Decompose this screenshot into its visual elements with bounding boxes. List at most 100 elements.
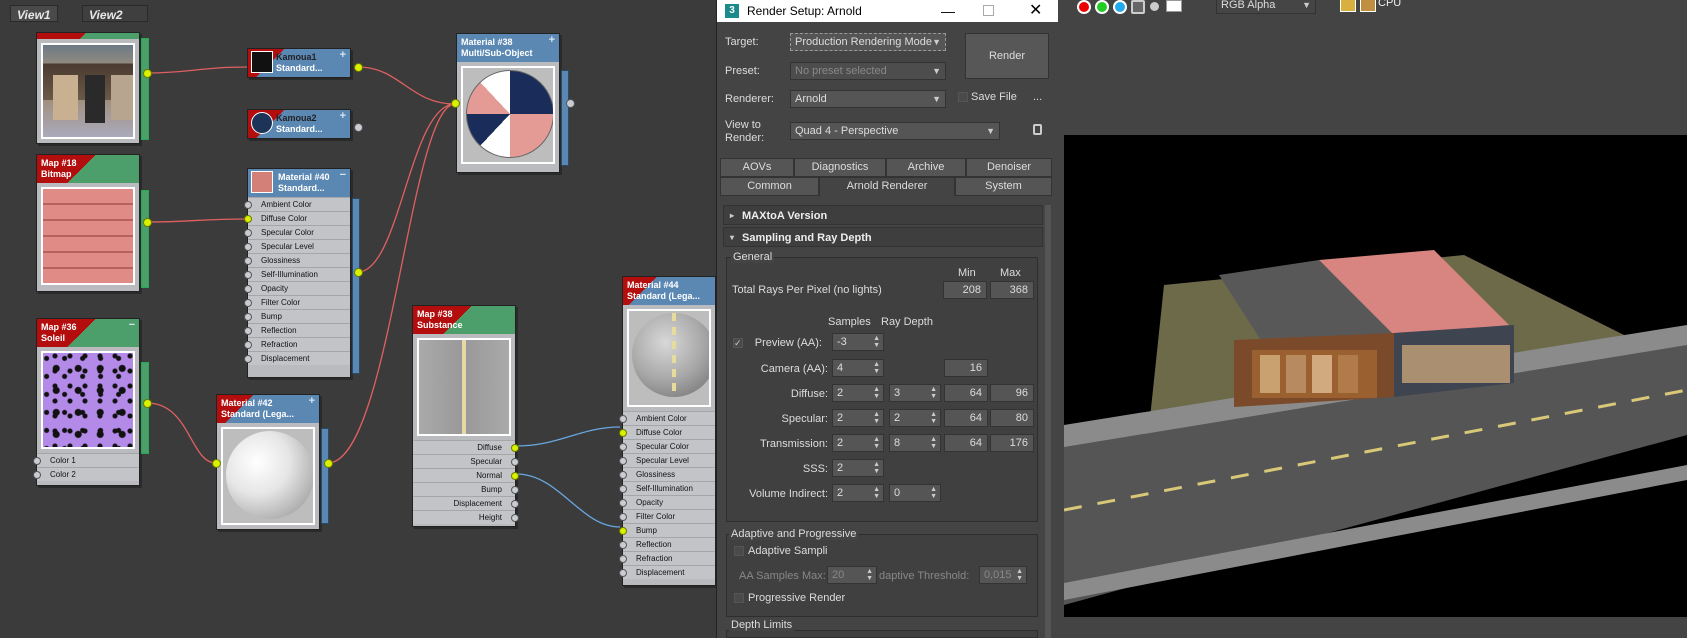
aa-samples-max-spinner[interactable]: 20 ▲ ▼: [827, 566, 877, 584]
node-slot[interactable]: Reflection: [244, 323, 350, 337]
samples-spinner[interactable]: 2 ▲ ▼: [832, 459, 884, 477]
socket-icon[interactable]: [619, 471, 627, 479]
view-to-render-dropdown[interactable]: Quad 4 - Perspective ▼: [790, 122, 1000, 140]
socket-icon[interactable]: [619, 415, 627, 423]
ray-depth-spinner[interactable]: 0 ▲ ▼: [889, 484, 941, 502]
input-socket[interactable]: [33, 457, 41, 465]
node-material-38[interactable]: Material #38 Multi/Sub-Object +: [456, 33, 560, 173]
slate-material-editor[interactable]: View1 View2 Kamoua1 Standard... + Kamoua…: [0, 0, 716, 638]
ray-depth-spinner[interactable]: 8 ▲ ▼: [889, 434, 941, 452]
close-icon[interactable]: ✕: [1029, 0, 1042, 22]
socket-icon[interactable]: [511, 514, 519, 522]
dialog-titlebar[interactable]: 3 Render Setup: Arnold — ✕: [717, 0, 1059, 22]
node-slot[interactable]: Reflection: [619, 537, 715, 551]
socket-icon[interactable]: [619, 569, 627, 577]
output-socket[interactable]: [354, 63, 363, 72]
socket-icon[interactable]: [511, 486, 519, 494]
slot-color-2[interactable]: Color 2: [33, 467, 139, 481]
slot-color-1[interactable]: Color 1: [33, 453, 139, 467]
node-slot[interactable]: Glossiness: [619, 467, 715, 481]
background-color-swatch[interactable]: [1166, 0, 1182, 12]
progressive-render-checkbox[interactable]: [734, 593, 744, 603]
samples-spinner[interactable]: 2 ▲ ▼: [832, 409, 884, 427]
socket-icon[interactable]: [511, 458, 519, 466]
tab-denoiser[interactable]: Denoiser: [966, 158, 1052, 177]
samples-spinner[interactable]: 4 ▲ ▼: [832, 359, 884, 377]
lock-icon[interactable]: [1033, 124, 1042, 135]
rollout-maxtoa-version[interactable]: ▸ MAXtoA Version: [723, 205, 1043, 225]
socket-icon[interactable]: [244, 243, 252, 251]
output-socket[interactable]: [143, 399, 152, 408]
tab-common[interactable]: Common: [720, 177, 819, 196]
socket-icon[interactable]: [511, 472, 519, 480]
tab-arnold-renderer[interactable]: Arnold Renderer: [819, 177, 955, 196]
frame-buffer-window[interactable]: RGB Alpha ▼ CPU: [1058, 0, 1687, 638]
node-material-40[interactable]: Material #40 Standard... − Ambient Color…: [244, 168, 351, 378]
socket-icon[interactable]: [619, 513, 627, 521]
adaptive-threshold-spinner[interactable]: 0,015 ▲ ▼: [979, 566, 1027, 584]
socket-icon[interactable]: [244, 313, 252, 321]
node-kamoua2[interactable]: Kamoua2 Standard... +: [247, 109, 351, 139]
node-slot[interactable]: Specular: [413, 454, 519, 468]
socket-icon[interactable]: [619, 527, 627, 535]
renderer-dropdown[interactable]: Arnold ▼: [790, 90, 946, 108]
red-channel-toggle[interactable]: [1077, 0, 1091, 14]
socket-icon[interactable]: [244, 299, 252, 307]
tab-diagnostics[interactable]: Diagnostics: [794, 158, 886, 177]
render-setup-dialog[interactable]: 3 Render Setup: Arnold — ✕ Target: Produ…: [716, 0, 1059, 638]
input-socket[interactable]: [451, 99, 460, 108]
expand-icon[interactable]: +: [340, 111, 346, 122]
save-file-checkbox[interactable]: [958, 92, 968, 102]
node-slot[interactable]: Refraction: [619, 551, 715, 565]
toolbar-icon[interactable]: [1360, 0, 1376, 12]
channel-dropdown[interactable]: RGB Alpha ▼: [1216, 0, 1316, 14]
node-slot[interactable]: Displacement: [619, 565, 715, 579]
node-slot[interactable]: Ambient Color: [244, 197, 350, 211]
node-output-tab[interactable]: [321, 428, 329, 524]
socket-icon[interactable]: [244, 341, 252, 349]
node-slot[interactable]: Specular Level: [244, 239, 350, 253]
adaptive-sampling-checkbox[interactable]: [734, 546, 744, 556]
green-channel-toggle[interactable]: [1095, 0, 1109, 14]
ray-depth-spinner[interactable]: 3 ▲ ▼: [889, 384, 941, 402]
socket-icon[interactable]: [244, 327, 252, 335]
node-slot[interactable]: Bump: [413, 482, 519, 496]
toolbar-icon[interactable]: [1340, 0, 1356, 12]
samples-spinner[interactable]: -3 ▲ ▼: [832, 333, 884, 351]
expand-icon[interactable]: +: [309, 396, 315, 407]
node-slot[interactable]: Displacement: [413, 496, 519, 510]
preset-dropdown[interactable]: No preset selected ▼: [790, 62, 946, 80]
node-slot[interactable]: Bump: [619, 523, 715, 537]
target-dropdown[interactable]: Production Rendering Mode ▼: [790, 33, 946, 51]
render-button[interactable]: Render: [965, 33, 1049, 79]
socket-icon[interactable]: [619, 499, 627, 507]
node-slot[interactable]: Glossiness: [244, 253, 350, 267]
maximize-icon[interactable]: [983, 5, 994, 16]
node-slot[interactable]: Bump: [244, 309, 350, 323]
collapse-icon[interactable]: −: [340, 170, 346, 181]
mono-toggle[interactable]: [1150, 2, 1159, 11]
socket-icon[interactable]: [511, 444, 519, 452]
node-output-tab[interactable]: [141, 190, 149, 288]
node-bitmap-top[interactable]: [36, 32, 140, 144]
socket-icon[interactable]: [619, 555, 627, 563]
node-kamoua1[interactable]: Kamoua1 Standard... +: [247, 48, 351, 78]
socket-icon[interactable]: [619, 443, 627, 451]
socket-icon[interactable]: [244, 215, 252, 223]
socket-icon[interactable]: [511, 500, 519, 508]
socket-icon[interactable]: [244, 285, 252, 293]
node-material-42[interactable]: Material #42 Standard (Lega... +: [216, 394, 320, 530]
socket-icon[interactable]: [619, 485, 627, 493]
node-slot[interactable]: Specular Color: [244, 225, 350, 239]
node-slot[interactable]: Normal: [413, 468, 519, 482]
scrollbar[interactable]: [1045, 205, 1051, 638]
ray-depth-spinner[interactable]: 2 ▲ ▼: [889, 409, 941, 427]
node-slot[interactable]: Opacity: [619, 495, 715, 509]
samples-spinner[interactable]: 2 ▲ ▼: [832, 384, 884, 402]
node-map-36[interactable]: Map #36 Soleil − Color 1 Color 2: [33, 318, 140, 486]
output-socket[interactable]: [354, 268, 363, 277]
input-socket[interactable]: [212, 459, 221, 468]
expand-icon[interactable]: +: [340, 50, 346, 61]
socket-icon[interactable]: [619, 457, 627, 465]
input-socket[interactable]: [33, 471, 41, 479]
